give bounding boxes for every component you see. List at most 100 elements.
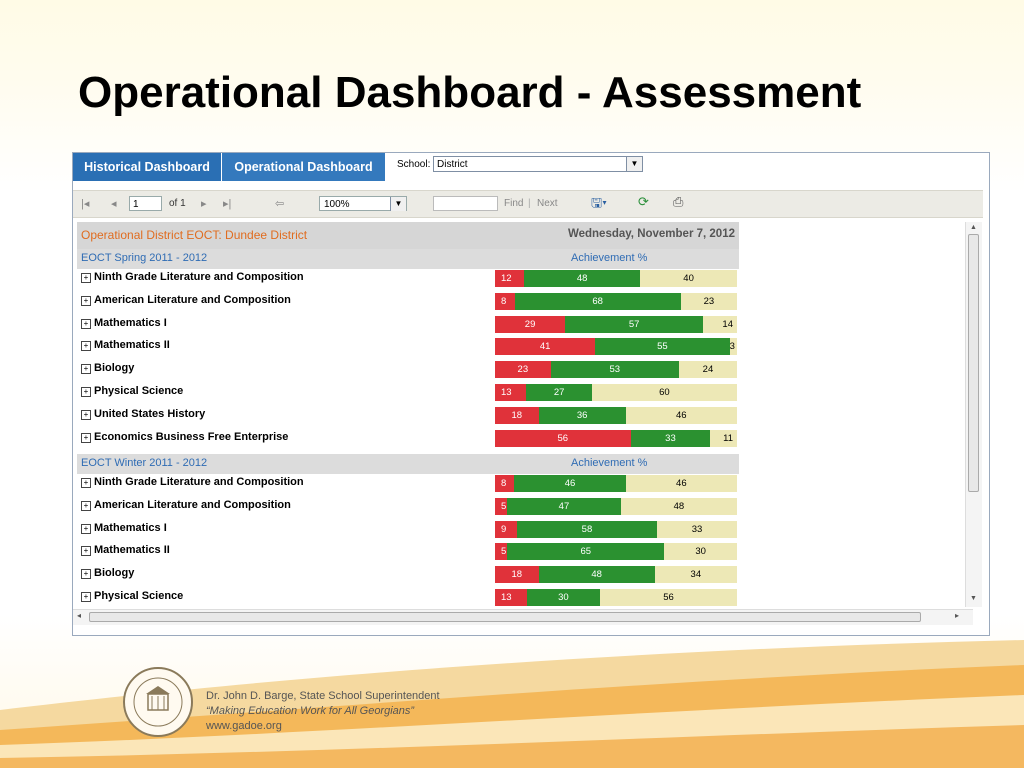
bar-segment-red: 18 (495, 407, 539, 424)
achievement-bar: 5 47 48 (495, 498, 737, 515)
find-link[interactable]: Find (504, 198, 523, 209)
expand-icon[interactable]: + (81, 319, 91, 329)
section-title: EOCT Spring 2011 - 2012 (81, 252, 208, 264)
row-label-text: Biology (94, 362, 135, 374)
scroll-right-icon[interactable]: ▸ (955, 611, 959, 620)
zoom-select[interactable]: 100% ▼ (319, 196, 407, 211)
bar-segment-green: 48 (538, 566, 655, 583)
expand-icon[interactable]: + (81, 341, 91, 351)
table-row-label[interactable]: + Economics Business Free Enterprise (81, 431, 288, 443)
table-row-label[interactable]: + Physical Science (81, 385, 183, 397)
horizontal-scrollbar[interactable]: ◂ ▸ (73, 609, 973, 625)
expand-icon[interactable]: + (81, 478, 91, 488)
achievement-bar: 56 33 11 (495, 430, 737, 447)
chevron-down-icon[interactable]: ▼ (390, 197, 406, 211)
scroll-down-icon[interactable]: ▼ (970, 595, 977, 602)
table-row-label[interactable]: + Ninth Grade Literature and Composition (81, 476, 304, 488)
expand-icon[interactable]: + (81, 296, 91, 306)
report-body: Operational District EOCT: Dundee Distri… (77, 222, 967, 607)
bar-segment-tan: 48 (620, 498, 737, 515)
table-row-label[interactable]: + Physical Science (81, 590, 183, 602)
bar-segment-red: 13 (495, 384, 527, 401)
refresh-icon[interactable]: ⟳ (638, 194, 649, 210)
report-date: Wednesday, November 7, 2012 (567, 228, 735, 240)
bar-segment-green: 53 (550, 361, 679, 378)
find-input[interactable] (433, 196, 498, 211)
expand-icon[interactable]: + (81, 592, 91, 602)
bar-segment-green: 27 (526, 384, 592, 401)
bar-segment-red: 5 (495, 543, 508, 560)
bar-segment-green: 48 (524, 270, 641, 287)
bar-segment-red: 12 (495, 270, 525, 287)
department-seal-icon (123, 667, 193, 737)
previous-page-icon[interactable]: ◂ (111, 197, 117, 210)
tab-operational-dashboard[interactable]: Operational Dashboard (222, 153, 385, 181)
bar-segment-green: 68 (514, 293, 681, 310)
bar-segment-tan: 33 (657, 521, 737, 538)
achievement-bar: 12 48 40 (495, 270, 737, 287)
row-label-text: American Literature and Composition (94, 294, 291, 306)
bar-segment-green: 58 (516, 521, 658, 538)
last-page-icon[interactable]: ▸| (223, 197, 231, 210)
vertical-scrollbar[interactable]: ▲ ▼ (965, 222, 982, 607)
table-row-label[interactable]: + Ninth Grade Literature and Composition (81, 271, 304, 283)
expand-icon[interactable]: + (81, 546, 91, 556)
school-select[interactable]: District ▼ (433, 156, 643, 172)
table-row-label[interactable]: + Mathematics II (81, 544, 170, 556)
bar-segment-red: 56 (495, 430, 631, 447)
achievement-bar: 8 68 23 (495, 293, 737, 310)
expand-icon[interactable]: + (81, 273, 91, 283)
tab-bar: Historical Dashboard Operational Dashboa… (73, 153, 989, 181)
bar-segment-tan: 11 (710, 430, 737, 447)
next-link[interactable]: Next (537, 198, 558, 209)
bar-segment-green: 36 (538, 407, 626, 424)
back-icon[interactable]: ⇦ (275, 197, 284, 210)
school-label: School: (397, 159, 431, 170)
bar-segment-green: 55 (595, 338, 730, 355)
table-row-label[interactable]: + Mathematics II (81, 339, 170, 351)
table-row-label[interactable]: + Biology (81, 567, 134, 579)
first-page-icon[interactable]: |◂ (81, 197, 89, 210)
table-row-label[interactable]: + United States History (81, 408, 205, 420)
expand-icon[interactable]: + (81, 364, 91, 374)
next-page-icon[interactable]: ▸ (201, 197, 207, 210)
bar-segment-red: 41 (495, 338, 596, 355)
find-separator: | (528, 198, 531, 209)
bar-segment-green: 47 (507, 498, 621, 515)
achievement-bar: 9 58 33 (495, 521, 737, 538)
table-row-label[interactable]: + Biology (81, 362, 134, 374)
bar-segment-green: 33 (630, 430, 711, 447)
expand-icon[interactable]: + (81, 569, 91, 579)
footer-website[interactable]: www.gadoe.org (206, 719, 440, 734)
expand-icon[interactable]: + (81, 387, 91, 397)
row-label-text: Biology (94, 567, 135, 579)
export-icon[interactable]: 🖫▾ (591, 194, 607, 216)
horizontal-scroll-thumb[interactable] (89, 612, 921, 622)
tab-historical-dashboard[interactable]: Historical Dashboard (73, 153, 221, 181)
report-title: Operational District EOCT: Dundee Distri… (81, 228, 308, 242)
expand-icon[interactable]: + (81, 433, 91, 443)
achievement-bar: 5 65 30 (495, 543, 737, 560)
scroll-up-icon[interactable]: ▲ (970, 224, 977, 231)
scroll-left-icon[interactable]: ◂ (77, 611, 81, 620)
expand-icon[interactable]: + (81, 501, 91, 511)
bar-segment-tan: 40 (640, 270, 737, 287)
print-icon[interactable]: ⎙ (673, 194, 683, 210)
bar-segment-tan: 14 (703, 316, 737, 333)
expand-icon[interactable]: + (81, 524, 91, 534)
expand-icon[interactable]: + (81, 410, 91, 420)
table-row-label[interactable]: + Mathematics I (81, 317, 167, 329)
achievement-bar: 13 27 60 (495, 384, 737, 401)
vertical-scroll-thumb[interactable] (968, 234, 979, 492)
chevron-down-icon[interactable]: ▼ (626, 157, 642, 171)
row-label-text: Physical Science (94, 590, 184, 602)
row-label-text: Economics Business Free Enterprise (94, 431, 289, 443)
bar-segment-tan: 56 (600, 589, 737, 606)
page-number-input[interactable]: 1 (129, 196, 162, 211)
section-title: EOCT Winter 2011 - 2012 (81, 457, 208, 469)
row-label-text: Mathematics I (94, 317, 167, 329)
achievement-bar: 8 46 46 (495, 475, 737, 492)
table-row-label[interactable]: + American Literature and Composition (81, 294, 291, 306)
table-row-label[interactable]: + Mathematics I (81, 522, 167, 534)
table-row-label[interactable]: + American Literature and Composition (81, 499, 291, 511)
